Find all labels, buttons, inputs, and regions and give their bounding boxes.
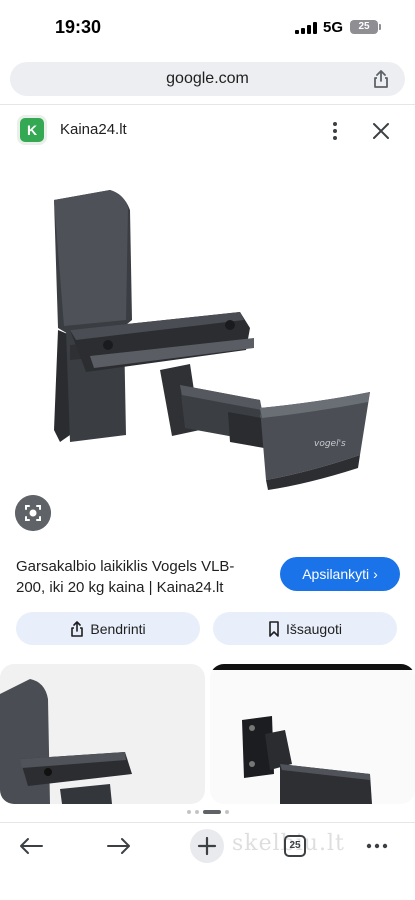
- network-label: 5G: [323, 19, 344, 36]
- more-horizontal-icon[interactable]: [364, 835, 390, 857]
- pager-dot[interactable]: [186, 810, 191, 814]
- pager-dot[interactable]: [194, 810, 199, 814]
- brand-mark: vogel's: [314, 439, 346, 449]
- related-image[interactable]: [0, 664, 205, 804]
- share-label: Bendrinti: [90, 620, 146, 637]
- new-tab-button[interactable]: [190, 829, 224, 863]
- status-bar: 19:30 5G 25: [0, 0, 415, 54]
- google-lens-icon[interactable]: [15, 495, 51, 531]
- result-title[interactable]: Garsakalbio laikiklis Vogels VLB-200, ik…: [16, 556, 261, 598]
- visit-label: Apsilankyti: [302, 566, 370, 582]
- save-label: Išsaugoti: [285, 620, 343, 637]
- carousel-pager: [0, 808, 415, 816]
- back-arrow-icon[interactable]: [18, 835, 44, 857]
- divider: [0, 104, 415, 105]
- url-bar[interactable]: google.com: [10, 62, 405, 96]
- pager-dot-active[interactable]: [202, 810, 221, 814]
- bookmark-icon: [269, 620, 279, 637]
- related-image-graphic: [0, 679, 132, 804]
- forward-arrow-icon[interactable]: [106, 835, 132, 857]
- close-icon[interactable]: [370, 120, 392, 142]
- url-text[interactable]: google.com: [10, 70, 405, 88]
- related-image[interactable]: [210, 664, 415, 804]
- tabs-icon[interactable]: 25: [284, 835, 306, 857]
- source-logo[interactable]: K: [20, 118, 44, 142]
- more-vertical-icon[interactable]: [325, 120, 345, 142]
- status-time: 19:30: [55, 17, 102, 37]
- battery-icon: 25: [350, 20, 381, 34]
- source-name[interactable]: Kaina24.lt: [60, 121, 127, 138]
- chevron-right-icon: ›: [373, 566, 378, 582]
- plus-icon: [197, 836, 217, 856]
- share-icon: [71, 620, 84, 637]
- share-icon[interactable]: [371, 69, 391, 89]
- browser-toolbar: skelbiu.lt 25: [0, 823, 415, 900]
- signal-icon: [295, 22, 317, 34]
- product-image[interactable]: vogel's: [40, 180, 380, 500]
- save-button[interactable]: Išsaugoti: [213, 612, 397, 645]
- related-image-graphic: [242, 716, 372, 804]
- visit-button[interactable]: Apsilankyti ›: [280, 557, 400, 591]
- image-edge: [210, 664, 415, 670]
- share-button[interactable]: Bendrinti: [16, 612, 200, 645]
- pager-dot[interactable]: [224, 810, 229, 814]
- battery-level: 25: [358, 21, 370, 32]
